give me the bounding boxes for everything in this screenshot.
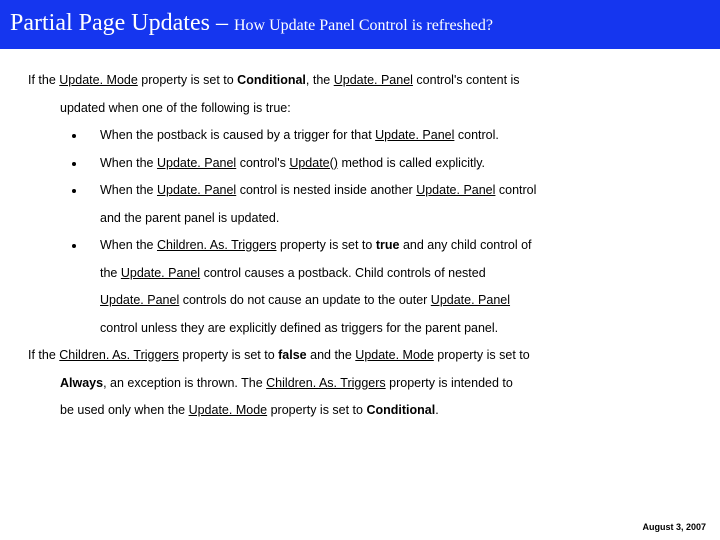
- text: property is set to: [434, 348, 530, 362]
- text-bold: Always: [60, 376, 103, 390]
- text: property is set to: [276, 238, 375, 252]
- link-update-panel: Update. Panel: [416, 183, 495, 197]
- link-update-mode: Update. Mode: [59, 73, 138, 87]
- closing-line2: Always, an exception is thrown. The Chil…: [60, 370, 692, 398]
- text: property is set to: [138, 73, 237, 87]
- text: When the: [100, 156, 157, 170]
- text: property is set to: [267, 403, 366, 417]
- text: method is called explicitly.: [338, 156, 485, 170]
- link-update-method: Update(): [289, 156, 338, 170]
- text: property is intended to: [386, 376, 513, 390]
- link-update-mode: Update. Mode: [189, 403, 268, 417]
- text: , the: [306, 73, 334, 87]
- link-update-panel: Update. Panel: [375, 128, 454, 142]
- closing-line3: be used only when the Update. Mode prope…: [60, 397, 692, 425]
- intro-line1: If the Update. Mode property is set to C…: [28, 67, 692, 95]
- link-update-panel: Update. Panel: [157, 183, 236, 197]
- intro-line2: updated when one of the following is tru…: [60, 95, 692, 123]
- text-bold: true: [376, 238, 400, 252]
- link-children-as-triggers: Children. As. Triggers: [157, 238, 277, 252]
- text: If the: [28, 73, 59, 87]
- list-item: When the postback is caused by a trigger…: [86, 122, 692, 150]
- link-update-panel: Update. Panel: [334, 73, 413, 87]
- footer-date: August 3, 2007: [642, 522, 706, 532]
- text-bold: false: [278, 348, 307, 362]
- link-update-panel: Update. Panel: [121, 266, 200, 280]
- slide-body: If the Update. Mode property is set to C…: [0, 49, 720, 425]
- text: If the: [28, 348, 59, 362]
- text: control causes a postback. Child control…: [200, 266, 486, 280]
- text: control.: [454, 128, 498, 142]
- text: control's content is: [413, 73, 520, 87]
- text: controls do not cause an update to the o…: [179, 293, 431, 307]
- list-item: When the Update. Panel control's Update(…: [86, 150, 692, 178]
- text: property is set to: [179, 348, 278, 362]
- text: , an exception is thrown. The: [103, 376, 266, 390]
- link-children-as-triggers: Children. As. Triggers: [59, 348, 179, 362]
- closing-line1: If the Children. As. Triggers property i…: [28, 342, 692, 370]
- text: When the: [100, 183, 157, 197]
- text: control unless they are explicitly defin…: [100, 315, 692, 343]
- text-bold: Conditional: [237, 73, 306, 87]
- title-sep: –: [210, 10, 234, 36]
- link-update-mode: Update. Mode: [355, 348, 434, 362]
- text: control: [495, 183, 536, 197]
- text: control's: [236, 156, 289, 170]
- text: be used only when the: [60, 403, 189, 417]
- text: and the parent panel is updated.: [100, 205, 692, 233]
- link-update-panel: Update. Panel: [100, 293, 179, 307]
- bullet-list: When the postback is caused by a trigger…: [86, 122, 692, 342]
- text: and any child control of: [399, 238, 531, 252]
- title-sub: How Update Panel Control is refreshed?: [234, 17, 493, 34]
- text: .: [435, 403, 438, 417]
- text: When the: [100, 238, 157, 252]
- link-update-panel: Update. Panel: [157, 156, 236, 170]
- link-children-as-triggers: Children. As. Triggers: [266, 376, 386, 390]
- title-main: Partial Page Updates: [10, 10, 210, 36]
- link-update-panel: Update. Panel: [431, 293, 510, 307]
- slide: Partial Page Updates – How Update Panel …: [0, 0, 720, 540]
- list-item: When the Children. As. Triggers property…: [86, 232, 692, 342]
- title-bar: Partial Page Updates – How Update Panel …: [0, 0, 720, 49]
- text: When the postback is caused by a trigger…: [100, 128, 375, 142]
- text: and the: [307, 348, 356, 362]
- text: the: [100, 266, 121, 280]
- text: control is nested inside another: [236, 183, 416, 197]
- text-bold: Conditional: [366, 403, 435, 417]
- list-item: When the Update. Panel control is nested…: [86, 177, 692, 232]
